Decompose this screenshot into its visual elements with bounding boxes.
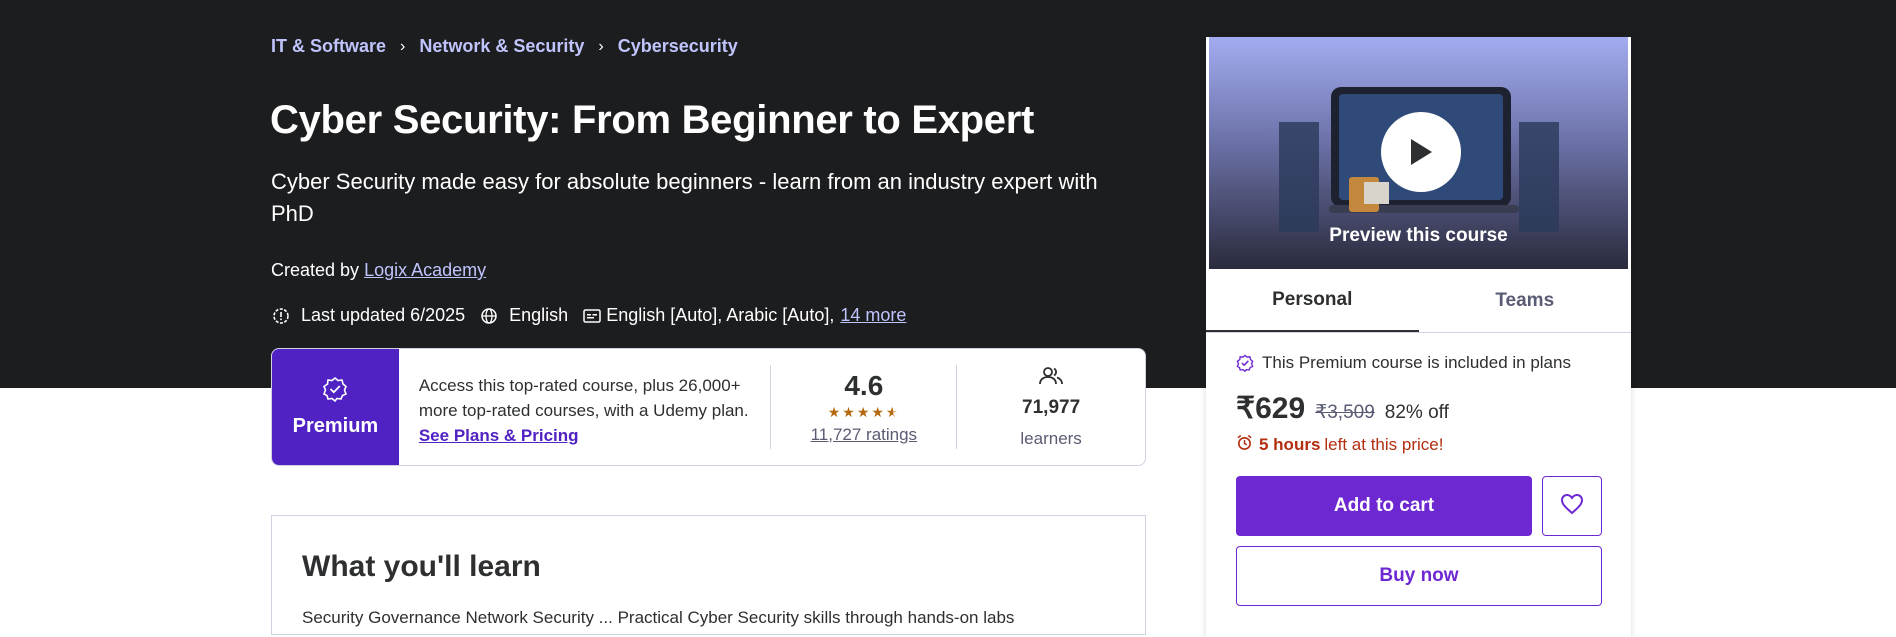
last-updated: Last updated 6/2025 xyxy=(301,305,466,325)
rating-value: 4.6 xyxy=(844,369,884,401)
tab-teams[interactable]: Teams xyxy=(1419,269,1632,332)
buy-now-button[interactable]: Buy now xyxy=(1236,546,1602,606)
current-price: ₹629 xyxy=(1236,392,1306,425)
heart-icon xyxy=(1560,493,1584,520)
course-preview[interactable]: Preview this course xyxy=(1209,37,1628,269)
price-timer: 5 hours left at this price! xyxy=(1236,434,1443,456)
course-subtitle: Cyber Security made easy for absolute be… xyxy=(271,169,1098,226)
created-by: Created by Logix Academy xyxy=(271,260,486,281)
included-text: This Premium course is included in plans xyxy=(1262,353,1571,372)
add-to-cart-button[interactable]: Add to cart xyxy=(1236,476,1532,536)
see-plans-link[interactable]: See Plans & Pricing xyxy=(419,426,579,445)
users-icon xyxy=(1038,366,1064,391)
breadcrumb-network-security[interactable]: Network & Security xyxy=(419,36,584,57)
timer-hours: 5 hours xyxy=(1259,435,1321,454)
learn-items-preview: Security Governance Network Security ...… xyxy=(302,608,1015,627)
timer-text: left at this price! xyxy=(1324,435,1444,454)
author-link[interactable]: Logix Academy xyxy=(364,260,486,280)
wishlist-button[interactable] xyxy=(1542,476,1602,536)
chevron-right-icon: › xyxy=(400,37,406,55)
captions-icon xyxy=(582,306,602,326)
purchase-sidebar: Preview this course Personal Teams This … xyxy=(1206,37,1631,637)
premium-banner: Premium Access this top-rated course, pl… xyxy=(271,348,1146,466)
premium-check-icon xyxy=(322,376,348,407)
premium-check-icon xyxy=(1236,354,1254,372)
learners-count: 71,977 xyxy=(1022,396,1081,418)
course-title: Cyber Security: From Beginner to Expert xyxy=(270,98,1035,142)
globe-icon xyxy=(479,306,499,326)
course-meta: Last updated 6/2025 English English [Aut… xyxy=(271,305,906,326)
tab-personal[interactable]: Personal xyxy=(1206,269,1419,332)
learners-label: learners xyxy=(1020,428,1082,448)
purchase-tabs: Personal Teams xyxy=(1206,269,1631,333)
alert-badge-icon xyxy=(271,306,291,326)
premium-badge: Premium xyxy=(272,349,399,465)
discount-percent: 82% off xyxy=(1384,402,1449,423)
breadcrumb-cybersecurity[interactable]: Cybersecurity xyxy=(618,36,738,57)
chevron-right-icon: › xyxy=(598,37,604,55)
premium-label: Premium xyxy=(292,415,379,437)
course-language: English xyxy=(509,305,569,325)
star-rating-icon: ★★★★★★ xyxy=(827,403,898,420)
breadcrumb-it-software[interactable]: IT & Software xyxy=(271,36,386,57)
alarm-clock-icon xyxy=(1236,434,1253,456)
ratings-count-link[interactable]: 11,727 ratings xyxy=(811,425,917,445)
captions-list: English [Auto], Arabic [Auto], xyxy=(606,305,835,325)
premium-included-note: This Premium course is included in plans xyxy=(1236,353,1571,373)
captions-more-link[interactable]: 14 more xyxy=(840,305,906,326)
what-you-learn-title: What you'll learn xyxy=(302,550,541,583)
play-icon[interactable] xyxy=(1381,112,1461,192)
breadcrumb: IT & Software › Network & Security › Cyb… xyxy=(271,36,738,57)
price-row: ₹629 ₹3,509 82% off xyxy=(1236,391,1449,426)
premium-description-text: Access this top-rated course, plus 26,00… xyxy=(418,376,749,420)
premium-description: Access this top-rated course, plus 26,00… xyxy=(399,365,772,449)
learners-summary: 71,977 learners xyxy=(957,349,1145,465)
created-by-label: Created by xyxy=(271,260,360,280)
preview-label: Preview this course xyxy=(1329,225,1508,246)
what-you-learn-section: What you'll learn Security Governance Ne… xyxy=(271,515,1146,635)
original-price: ₹3,509 xyxy=(1315,402,1375,423)
rating-summary: 4.6 ★★★★★★ 11,727 ratings xyxy=(771,365,958,449)
